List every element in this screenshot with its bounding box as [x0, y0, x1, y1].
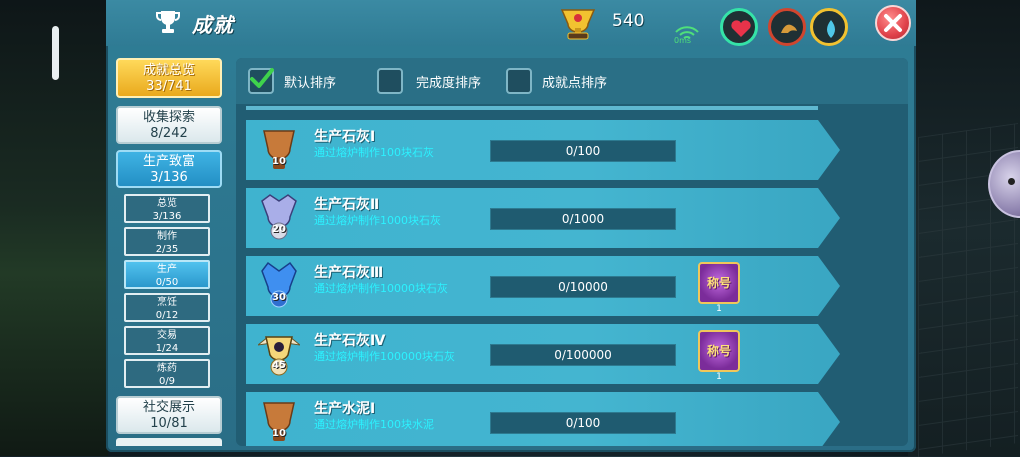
- sub-tab-trading[interactable]: 交易 1/24: [124, 326, 210, 355]
- achievement-progress: 0/10000: [490, 276, 676, 298]
- achievement-progress: 0/100000: [490, 344, 676, 366]
- checkmark-icon: [250, 68, 274, 88]
- ping-text: 0ms: [674, 36, 692, 45]
- sub-label: 烹饪: [157, 297, 177, 308]
- reward-count: 1: [716, 304, 722, 314]
- title-reward-badge[interactable]: 称号: [698, 330, 740, 372]
- silver-medal-icon: [261, 194, 297, 240]
- row-arrow-tail: [818, 324, 840, 384]
- sort-bar: 默认排序 完成度排序 成就点排序: [236, 58, 908, 104]
- nav-production-wealth[interactable]: 生产致富 3/136: [116, 150, 222, 188]
- close-icon: [884, 14, 902, 32]
- sub-count: 3/136: [152, 211, 182, 222]
- nav-achievement-summary[interactable]: 成就总览 33/741: [116, 58, 222, 98]
- medal-points: 20: [272, 224, 286, 235]
- achievement-progress: 0/1000: [490, 208, 676, 230]
- blue-crystal-medal-icon: [261, 261, 297, 308]
- nav-label: 收集探索: [142, 110, 195, 125]
- achievement-progress: 0/100: [490, 412, 676, 434]
- achievement-desc: 通过熔炉制作100块石灰: [314, 146, 434, 159]
- achievement-row[interactable]: 20 生产石灰Ⅱ 通过熔炉制作1000块石灰 0/1000: [246, 188, 840, 248]
- sort-default-label[interactable]: 默认排序: [284, 72, 336, 91]
- row-arrow-tail: [818, 120, 840, 180]
- gold-cup-icon: [560, 9, 596, 40]
- achievement-name: 生产石灰Ⅰ: [314, 129, 376, 145]
- bronze-medal-icon: [263, 130, 295, 169]
- achievement-desc: 通过熔炉制作1000块石灰: [314, 214, 441, 227]
- sub-tab-overview[interactable]: 总览 3/136: [124, 194, 210, 223]
- winged-gold-medal-icon: [258, 336, 300, 376]
- sub-label: 炼药: [157, 363, 177, 374]
- trophy-icon: [156, 11, 180, 33]
- achievement-points: 540: [612, 11, 645, 31]
- nav-count: 10/81: [150, 416, 188, 431]
- title-reward-badge[interactable]: 称号: [698, 262, 740, 304]
- sub-tab-alchemy[interactable]: 炼药 0/9: [124, 359, 210, 388]
- nav-count: 8/242: [150, 126, 188, 141]
- sub-count: 0/9: [158, 376, 176, 387]
- sub-count: 1/24: [155, 343, 179, 354]
- sort-completion-checkbox[interactable]: [377, 68, 403, 94]
- row-arrow-tail: [818, 256, 840, 316]
- page-title: 成就: [192, 13, 234, 37]
- achievement-desc: 通过熔炉制作100000块石灰: [314, 350, 455, 363]
- achievement-row[interactable]: 30 生产石灰Ⅲ 通过熔炉制作10000块石灰 0/10000 称号 1: [246, 256, 840, 316]
- medal-points: 10: [272, 156, 286, 167]
- reward-count: 1: [716, 372, 722, 382]
- nav-count: 33/741: [146, 79, 192, 94]
- health-stat[interactable]: [720, 8, 758, 46]
- achievement-name: 生产石灰Ⅳ: [314, 333, 386, 349]
- game-scene-right: [908, 0, 1020, 457]
- stamina-stat[interactable]: [768, 8, 806, 46]
- achievement-name: 生产水泥Ⅰ: [314, 401, 376, 417]
- achievement-desc: 通过熔炉制作100块水泥: [314, 418, 434, 431]
- water-drop-icon: [827, 20, 835, 38]
- sort-default-checkbox[interactable]: [248, 68, 274, 94]
- medal-points: 30: [272, 292, 286, 303]
- sub-tab-production[interactable]: 生产 0/50: [124, 260, 210, 289]
- achievement-name: 生产石灰Ⅲ: [314, 265, 384, 281]
- sub-label: 交易: [157, 330, 177, 341]
- sort-points-label[interactable]: 成就点排序: [542, 72, 607, 91]
- nav-social-display[interactable]: 社交展示 10/81: [116, 396, 222, 434]
- sort-points-checkbox[interactable]: [506, 68, 532, 94]
- nav-collect-explore[interactable]: 收集探索 8/242: [116, 106, 222, 144]
- sub-label: 制作: [157, 231, 177, 242]
- sub-tab-crafting[interactable]: 制作 2/35: [124, 227, 210, 256]
- sub-tab-cooking[interactable]: 烹饪 0/12: [124, 293, 210, 322]
- nav-count: 3/136: [150, 170, 188, 185]
- sub-label: 总览: [157, 198, 177, 209]
- sub-count: 2/35: [155, 244, 179, 255]
- sub-label: 生产: [157, 264, 177, 275]
- achievement-list[interactable]: 10 生产石灰Ⅰ 通过熔炉制作100块石灰 0/100 20 生产石灰Ⅱ 通过熔…: [246, 110, 908, 446]
- achievement-content: 默认排序 完成度排序 成就点排序 10 生产石灰Ⅰ 通过熔炉制作100块石灰 0…: [236, 58, 908, 446]
- nav-label: 生产致富: [142, 154, 195, 169]
- nav-label: 成就总览: [142, 63, 195, 78]
- sub-count: 0/12: [155, 310, 179, 321]
- medal-points: 45: [272, 360, 286, 371]
- sub-category-list: 总览 3/136 制作 2/35 生产 0/50 烹饪 0/12 交易 1/24…: [124, 192, 212, 392]
- achievement-row[interactable]: 10 生产水泥Ⅰ 通过熔炉制作100块水泥 0/100: [246, 392, 840, 446]
- avatar-eye: [1008, 178, 1015, 185]
- achievement-row[interactable]: 45 生产石灰Ⅳ 通过熔炉制作100000块石灰 0/100000 称号 1: [246, 324, 840, 384]
- medal-points: 10: [272, 428, 286, 439]
- row-arrow-tail: [818, 188, 840, 248]
- row-arrow-tail: [818, 392, 840, 446]
- water-stat[interactable]: [810, 8, 848, 46]
- achievement-name: 生产石灰Ⅱ: [314, 197, 380, 213]
- sub-count: 0/50: [155, 277, 179, 288]
- drag-handle[interactable]: [52, 26, 59, 80]
- stamina-icon: [781, 24, 797, 33]
- achievement-desc: 通过熔炉制作10000块石灰: [314, 282, 448, 295]
- sort-completion-label[interactable]: 完成度排序: [416, 72, 481, 91]
- heart-icon: [731, 20, 751, 37]
- achievement-progress: 0/100: [490, 140, 676, 162]
- nav-next-item-edge[interactable]: [116, 438, 222, 446]
- achievement-row[interactable]: 10 生产石灰Ⅰ 通过熔炉制作100块石灰 0/100: [246, 120, 840, 180]
- nav-label: 社交展示: [142, 400, 195, 415]
- close-button[interactable]: [875, 5, 911, 41]
